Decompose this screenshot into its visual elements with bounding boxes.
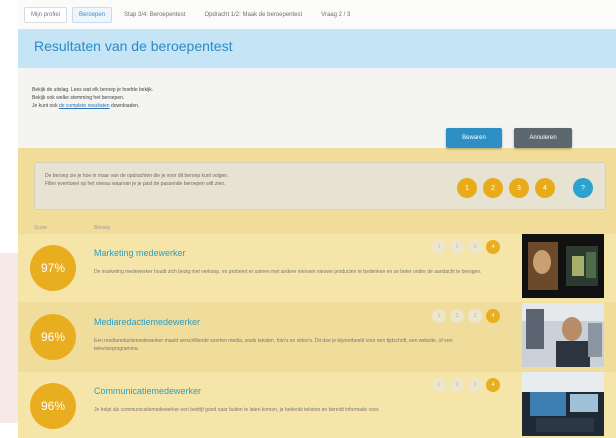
crumb-beroepen[interactable]: Beroepen [72,6,113,23]
page-header: Resultaten van de beroepentest [18,30,616,68]
level-dot: 3 [468,240,482,254]
filter-text-2: Filter eventueel op het niveau waarvan j… [45,181,226,187]
job-description: Je helpt als communicatiemedewerker een … [94,407,380,413]
match-score-badge: 96% [30,314,76,360]
level-filter-4[interactable]: 4 [535,178,555,198]
crumb-question[interactable]: Vraag 2 / 3 [314,7,357,23]
column-header-beroep: Beroep [94,225,111,231]
filter-text-1: De beroep zie je hoe in maar van de opdr… [45,173,229,179]
level-badge: 4 [486,378,500,392]
intro-suffix: downloaden. [110,103,140,109]
level-badge: 4 [486,240,500,254]
column-header-score: Score [34,225,48,231]
match-score-badge: 97% [30,245,76,291]
job-description: De marketing medewerker houdt zich bezig… [94,269,482,275]
crumb-assignment[interactable]: Opdracht 1/2: Maak de beroepentest [197,7,309,23]
breadcrumb: Mijn profiel Beroepen Stap 3/4: Beroepen… [18,0,616,30]
level-indicator: 1 2 3 4 [432,378,500,392]
level-dot: 1 [432,378,446,392]
level-filter-2[interactable]: 2 [483,178,503,198]
level-dot: 2 [450,309,464,323]
level-dot: 1 [432,309,446,323]
level-dot: 1 [432,240,446,254]
level-indicator: 1 2 3 4 [432,240,500,254]
level-indicator: 1 2 3 4 [432,309,500,323]
level-filter-1[interactable]: 1 [457,178,477,198]
level-dot: 2 [450,378,464,392]
job-title-link[interactable]: Communicatiemedewerker [94,386,201,396]
cancel-button[interactable]: Annuleren [514,128,572,148]
save-button[interactable]: Bewaren [446,128,502,148]
level-dot: 3 [468,378,482,392]
intro-prefix: Je kunt ook [32,103,58,109]
results-page: Mijn profiel Beroepen Stap 3/4: Beroepen… [18,0,616,438]
intro-line-2: Bekijk ook welke stemming het beroepen. [32,95,125,101]
results-download-link[interactable]: de complete resultaten [59,103,110,109]
filter-panel: De beroep zie je hoe in maar van de opdr… [34,162,606,210]
crumb-profile[interactable]: Mijn profiel [24,6,68,23]
intro-line-3: Je kunt ook de complete resultaten downl… [32,103,139,109]
help-button[interactable]: ? [573,178,593,198]
video-thumbnail[interactable] [522,303,604,367]
level-filter-3[interactable]: 3 [509,178,529,198]
job-title-link[interactable]: Mediaredactiemedewerker [94,317,200,327]
crumb-step[interactable]: Stap 3/4: Beroepentest [117,7,192,23]
intro-line-1: Bekijk de uitslag. Lees wat elk beroep j… [32,87,154,93]
result-row[interactable]: 97% Marketing medewerker De marketing me… [18,234,616,302]
video-thumbnail[interactable] [522,234,604,298]
video-thumbnail[interactable] [522,372,604,436]
result-row[interactable]: 96% Mediaredactiemedewerker Een mediared… [18,303,616,371]
level-dot: 3 [468,309,482,323]
page-title: Resultaten van de beroepentest [34,38,233,54]
level-badge: 4 [486,309,500,323]
level-dot: 2 [450,240,464,254]
result-row[interactable]: 96% Communicatiemedewerker Je helpt als … [18,372,616,438]
match-score-badge: 96% [30,383,76,429]
job-description: Een mediaredactiemedewerker maakt versch… [94,338,453,352]
job-title-link[interactable]: Marketing medewerker [94,248,186,258]
